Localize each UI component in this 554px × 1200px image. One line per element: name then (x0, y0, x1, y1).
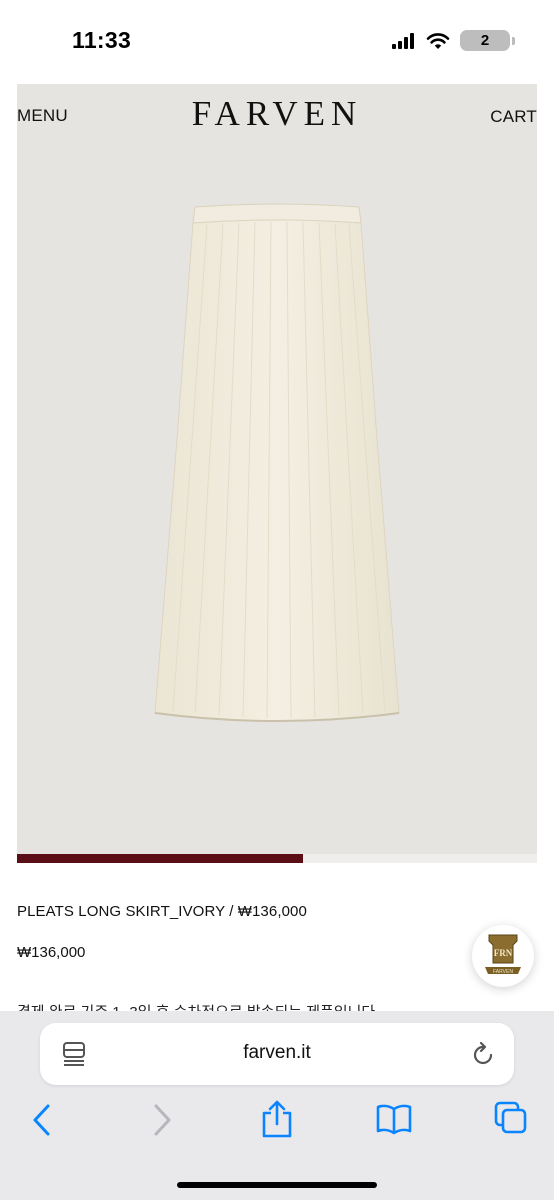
gallery-progress (17, 854, 537, 863)
gallery-progress-fill (17, 854, 303, 863)
browser-toolbar (0, 1099, 554, 1145)
status-time: 11:33 (72, 27, 132, 53)
badge-emblem-letters: FRN (494, 948, 513, 958)
back-icon[interactable] (30, 1103, 54, 1137)
product-gallery[interactable]: MENU FARVEN CART (17, 84, 537, 854)
forward-icon[interactable] (150, 1103, 174, 1137)
brand-logo[interactable]: FARVEN (17, 94, 537, 134)
farven-badge-button[interactable]: FRN FARVEN (472, 925, 534, 987)
signal-icon (392, 32, 414, 49)
bookmarks-icon[interactable] (376, 1103, 412, 1135)
battery-level: 2 (480, 32, 490, 49)
tabs-icon[interactable] (494, 1101, 528, 1135)
cart-link[interactable]: CART (490, 107, 537, 127)
browser-bar: farven.it (0, 1011, 554, 1200)
reload-icon[interactable] (470, 1040, 496, 1068)
status-bar: 11:33 2 (0, 0, 554, 84)
home-indicator (177, 1182, 377, 1188)
product-image[interactable] (137, 199, 417, 729)
url-field[interactable]: farven.it (40, 1023, 514, 1085)
wifi-icon (426, 32, 450, 49)
url-text[interactable]: farven.it (40, 1042, 514, 1064)
product-price: ₩136,000 (17, 944, 86, 961)
share-icon[interactable] (260, 1099, 294, 1139)
product-title: PLEATS LONG SKIRT_IVORY / ₩136,000 (17, 903, 307, 920)
battery-icon: 2 (460, 30, 515, 51)
farven-badge-icon: FRN FARVEN (485, 934, 521, 975)
status-icons: 2 (392, 30, 515, 51)
badge-ribbon-text: FARVEN (493, 969, 513, 975)
